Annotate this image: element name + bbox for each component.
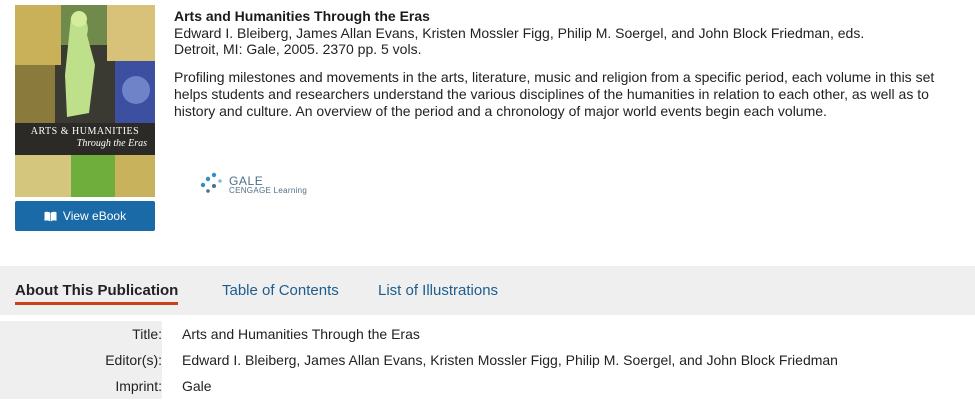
book-cover-image: ARTS & HUMANITIES Through the Eras [15,5,155,197]
tab-list-of-illustrations[interactable]: List of Illustrations [378,282,498,299]
detail-value: Arts and Humanities Through the Eras [182,326,420,342]
publication-imprint-line: Detroit, MI: Gale, 2005. 2370 pp. 5 vols… [174,41,422,57]
logo-gale-text: GALE [229,173,264,188]
detail-label: Imprint: [0,373,162,399]
tab-table-of-contents[interactable]: Table of Contents [222,282,339,299]
view-ebook-label: View eBook [62,209,127,223]
logo-cengage-text: CENGAGE Learning [229,185,308,195]
tab-about-publication[interactable]: About This Publication [15,282,179,305]
publication-description: Profiling milestones and movements in th… [174,69,935,119]
detail-row-editors: Editor(s): Edward I. Bleiberg, James All… [0,347,975,373]
open-book-icon [44,211,57,222]
gale-cengage-logo: GALE CENGAGE Learning [200,172,307,199]
cover-title: ARTS & HUMANITIES [30,126,140,137]
detail-row-title: Title: Arts and Humanities Through the E… [0,321,975,347]
cover-subtitle: Through the Eras [76,138,147,149]
detail-value: Edward I. Bleiberg, James Allan Evans, K… [182,352,838,368]
detail-row-imprint: Imprint: Gale [0,373,975,399]
detail-label: Title: [0,321,162,347]
publication-tabs: About This Publication Table of Contents… [0,266,975,315]
detail-label: Editor(s): [0,347,162,373]
gale-dots-icon [200,172,224,199]
publication-editors: Edward I. Bleiberg, James Allan Evans, K… [174,25,865,41]
detail-value: Gale [182,378,212,394]
publication-summary: Arts and Humanities Through the Eras Edw… [174,8,964,120]
publication-details: Title: Arts and Humanities Through the E… [0,321,975,399]
publication-title: Arts and Humanities Through the Eras [174,8,430,24]
view-ebook-button[interactable]: View eBook [15,201,155,231]
